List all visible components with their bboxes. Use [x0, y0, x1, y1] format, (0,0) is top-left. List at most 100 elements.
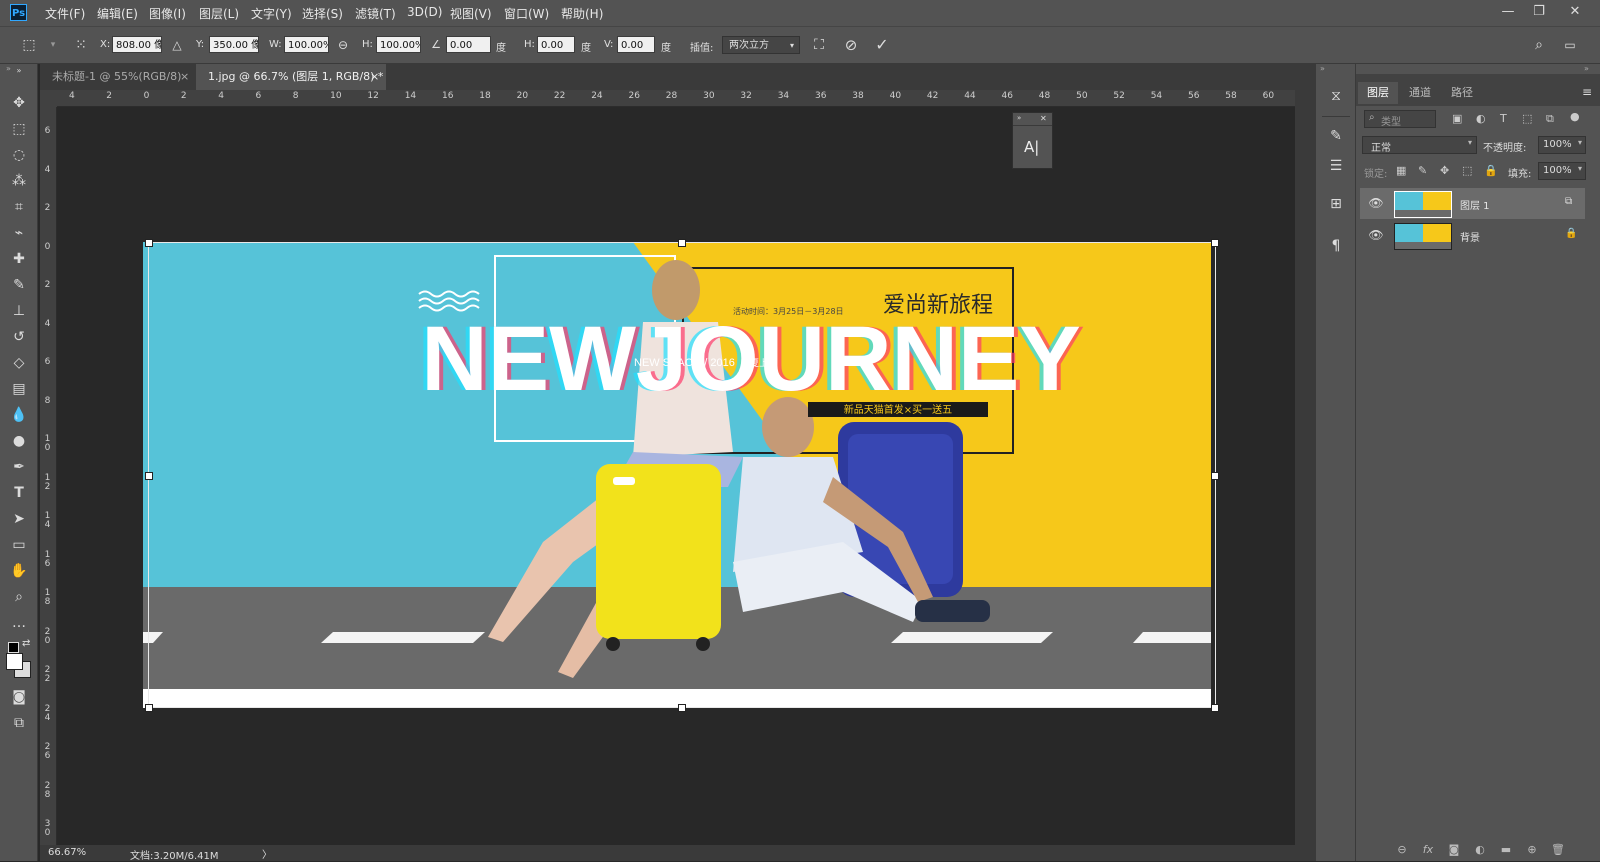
panel-menu-icon[interactable]: ≡	[1582, 85, 1592, 99]
image-filter-icon[interactable]: ▣	[1452, 112, 1462, 125]
menu-select[interactable]: 选择(S)	[302, 5, 343, 22]
menu-layer[interactable]: 图层(L)	[199, 5, 239, 22]
lock-artboard-icon[interactable]: ⬚	[1462, 164, 1472, 177]
tab-channels[interactable]: 通道	[1400, 82, 1440, 104]
stamp-tool-icon[interactable]: ⊥	[8, 300, 30, 322]
collapse-icon[interactable]: »	[6, 64, 11, 73]
collapse-icon[interactable]: »	[1320, 64, 1325, 73]
adjustments-icon[interactable]: ☰	[1326, 156, 1346, 176]
transform-handle[interactable]	[145, 472, 153, 480]
lock-transparent-icon[interactable]: ▦	[1396, 164, 1406, 177]
vertical-scrollbar[interactable]	[1295, 90, 1315, 861]
fill-field[interactable]: 100% ▾	[1538, 162, 1586, 180]
warp-icon[interactable]: ⛶	[810, 36, 828, 54]
transform-handle[interactable]	[145, 704, 153, 712]
transform-handle[interactable]	[145, 239, 153, 247]
delete-layer-icon[interactable]: 🗑	[1550, 842, 1566, 858]
layer-name[interactable]: 背景	[1460, 229, 1480, 244]
rectangle-tool-icon[interactable]: ▭	[8, 534, 30, 556]
move-transform-icon[interactable]: ⬚	[20, 36, 38, 54]
visibility-eye-icon[interactable]: 👁	[1368, 195, 1384, 211]
shape-filter-icon[interactable]: ⬚	[1522, 112, 1532, 125]
tab-paths[interactable]: 路径	[1442, 82, 1482, 104]
collapse-icon[interactable]: »	[1584, 64, 1589, 73]
swap-colors-icon[interactable]: ⇄	[22, 638, 30, 649]
healing-brush-tool-icon[interactable]: ✚	[8, 248, 30, 270]
blur-tool-icon[interactable]: 💧	[8, 404, 30, 426]
new-group-icon[interactable]: ▬	[1498, 842, 1514, 858]
transform-handle[interactable]	[1211, 472, 1219, 480]
y-field[interactable]: 350.00 像素	[209, 36, 259, 53]
commit-transform-icon[interactable]: ✓	[873, 36, 891, 54]
quick-select-tool-icon[interactable]: ⁂	[8, 170, 30, 192]
restore-button[interactable]: ❐	[1524, 2, 1554, 22]
character-panel[interactable]: » ✕ A|	[1012, 112, 1053, 169]
ruler-origin[interactable]	[40, 90, 57, 107]
menu-file[interactable]: 文件(F)	[45, 5, 85, 22]
h-field[interactable]: 100.00%	[376, 36, 421, 53]
vskew-field[interactable]: 0.00	[617, 36, 655, 53]
gradient-tool-icon[interactable]: ▤	[8, 378, 30, 400]
minimize-button[interactable]: —	[1493, 2, 1523, 22]
lock-position-icon[interactable]: ✥	[1440, 164, 1449, 177]
crop-tool-icon[interactable]: ⌗	[8, 196, 30, 218]
layer-name[interactable]: 图层 1	[1460, 197, 1490, 212]
type-tool-icon[interactable]: T	[8, 482, 30, 504]
lasso-tool-icon[interactable]: ◌	[8, 144, 30, 166]
layer-row[interactable]: 👁 图层 1 ⧉	[1360, 188, 1585, 219]
close-tab-icon[interactable]: ×	[370, 64, 379, 90]
search-icon[interactable]: ⌕	[1530, 36, 1548, 54]
move-tool-icon[interactable]: ✥	[8, 92, 30, 114]
workspace-icon[interactable]: ▭	[1561, 36, 1579, 54]
tab-untitled[interactable]: 未标题-1 @ 55%(RGB/8) ×	[40, 64, 196, 90]
transform-handle[interactable]	[1211, 704, 1219, 712]
w-field[interactable]: 100.00%	[284, 36, 329, 53]
x-field[interactable]: 808.00 像素	[112, 36, 162, 53]
marquee-tool-icon[interactable]: ⬚	[8, 118, 30, 140]
menu-type[interactable]: 文字(Y)	[251, 5, 292, 22]
menu-edit[interactable]: 编辑(E)	[97, 5, 138, 22]
interpolation-select[interactable]: 两次立方 ▾	[722, 36, 800, 54]
filter-toggle-icon[interactable]: ●	[1570, 110, 1580, 123]
hand-tool-icon[interactable]: ✋	[8, 560, 30, 582]
banner-artwork[interactable]: NEWJOURNEY NEWJOURNEY NEWJOURNEY NEW SEA…	[143, 242, 1211, 708]
link-icon[interactable]: ⊖	[334, 36, 352, 54]
horizontal-ruler[interactable]: 4 2 0 2 4 6 8 10 12 14 16 18 20 22 24 26 28 30 32 34 36 38 40 4…	[57, 90, 1295, 107]
cancel-transform-icon[interactable]: ⊘	[842, 36, 860, 54]
link-layers-icon[interactable]: ⊖	[1394, 842, 1410, 858]
eraser-tool-icon[interactable]: ◇	[8, 352, 30, 374]
hskew-field[interactable]: 0.00	[537, 36, 575, 53]
close-window-button[interactable]: ✕	[1560, 2, 1590, 22]
delta-icon[interactable]: △	[168, 36, 186, 54]
add-mask-icon[interactable]: ◙	[1446, 842, 1462, 858]
lock-all-icon[interactable]: 🔒	[1484, 164, 1498, 177]
tab-1jpg[interactable]: 1.jpg @ 66.7% (图层 1, RGB/8) * ×	[196, 64, 386, 90]
more-tools-icon[interactable]: …	[8, 612, 30, 634]
quick-mask-icon[interactable]: ◙	[8, 686, 30, 708]
opacity-field[interactable]: 100% ▾	[1538, 136, 1586, 154]
reference-point-icon[interactable]: ⁙	[72, 36, 90, 54]
menu-image[interactable]: 图像(I)	[149, 5, 186, 22]
collapse-icon[interactable]: »	[1017, 114, 1021, 122]
foreground-color-swatch[interactable]	[6, 653, 23, 670]
zoom-tool-icon[interactable]: ⌕	[8, 586, 30, 608]
dodge-tool-icon[interactable]: ●	[8, 430, 30, 452]
transform-handle[interactable]	[678, 239, 686, 247]
menu-help[interactable]: 帮助(H)	[561, 5, 603, 22]
path-select-tool-icon[interactable]: ➤	[8, 508, 30, 530]
new-layer-icon[interactable]: ⊕	[1524, 842, 1540, 858]
vertical-ruler[interactable]: 642024681012141618202224262830	[40, 107, 57, 845]
properties-icon[interactable]: ⊞	[1326, 194, 1346, 214]
visibility-eye-icon[interactable]: 👁	[1368, 227, 1384, 243]
adjustment-filter-icon[interactable]: ◐	[1476, 112, 1486, 125]
brush-settings-icon[interactable]: ✎	[1326, 126, 1346, 146]
character-icon[interactable]: A|	[1024, 138, 1039, 156]
eyedropper-tool-icon[interactable]: ⌁	[8, 222, 30, 244]
menu-window[interactable]: 窗口(W)	[504, 5, 549, 22]
transform-handle[interactable]	[1211, 239, 1219, 247]
type-filter-icon[interactable]: T	[1500, 112, 1507, 125]
adjustment-layer-icon[interactable]: ◐	[1472, 842, 1488, 858]
zoom-level[interactable]: 66.67%	[48, 847, 86, 858]
dropdown-arrow-icon[interactable]: ▾	[44, 36, 62, 54]
transform-handle[interactable]	[678, 704, 686, 712]
